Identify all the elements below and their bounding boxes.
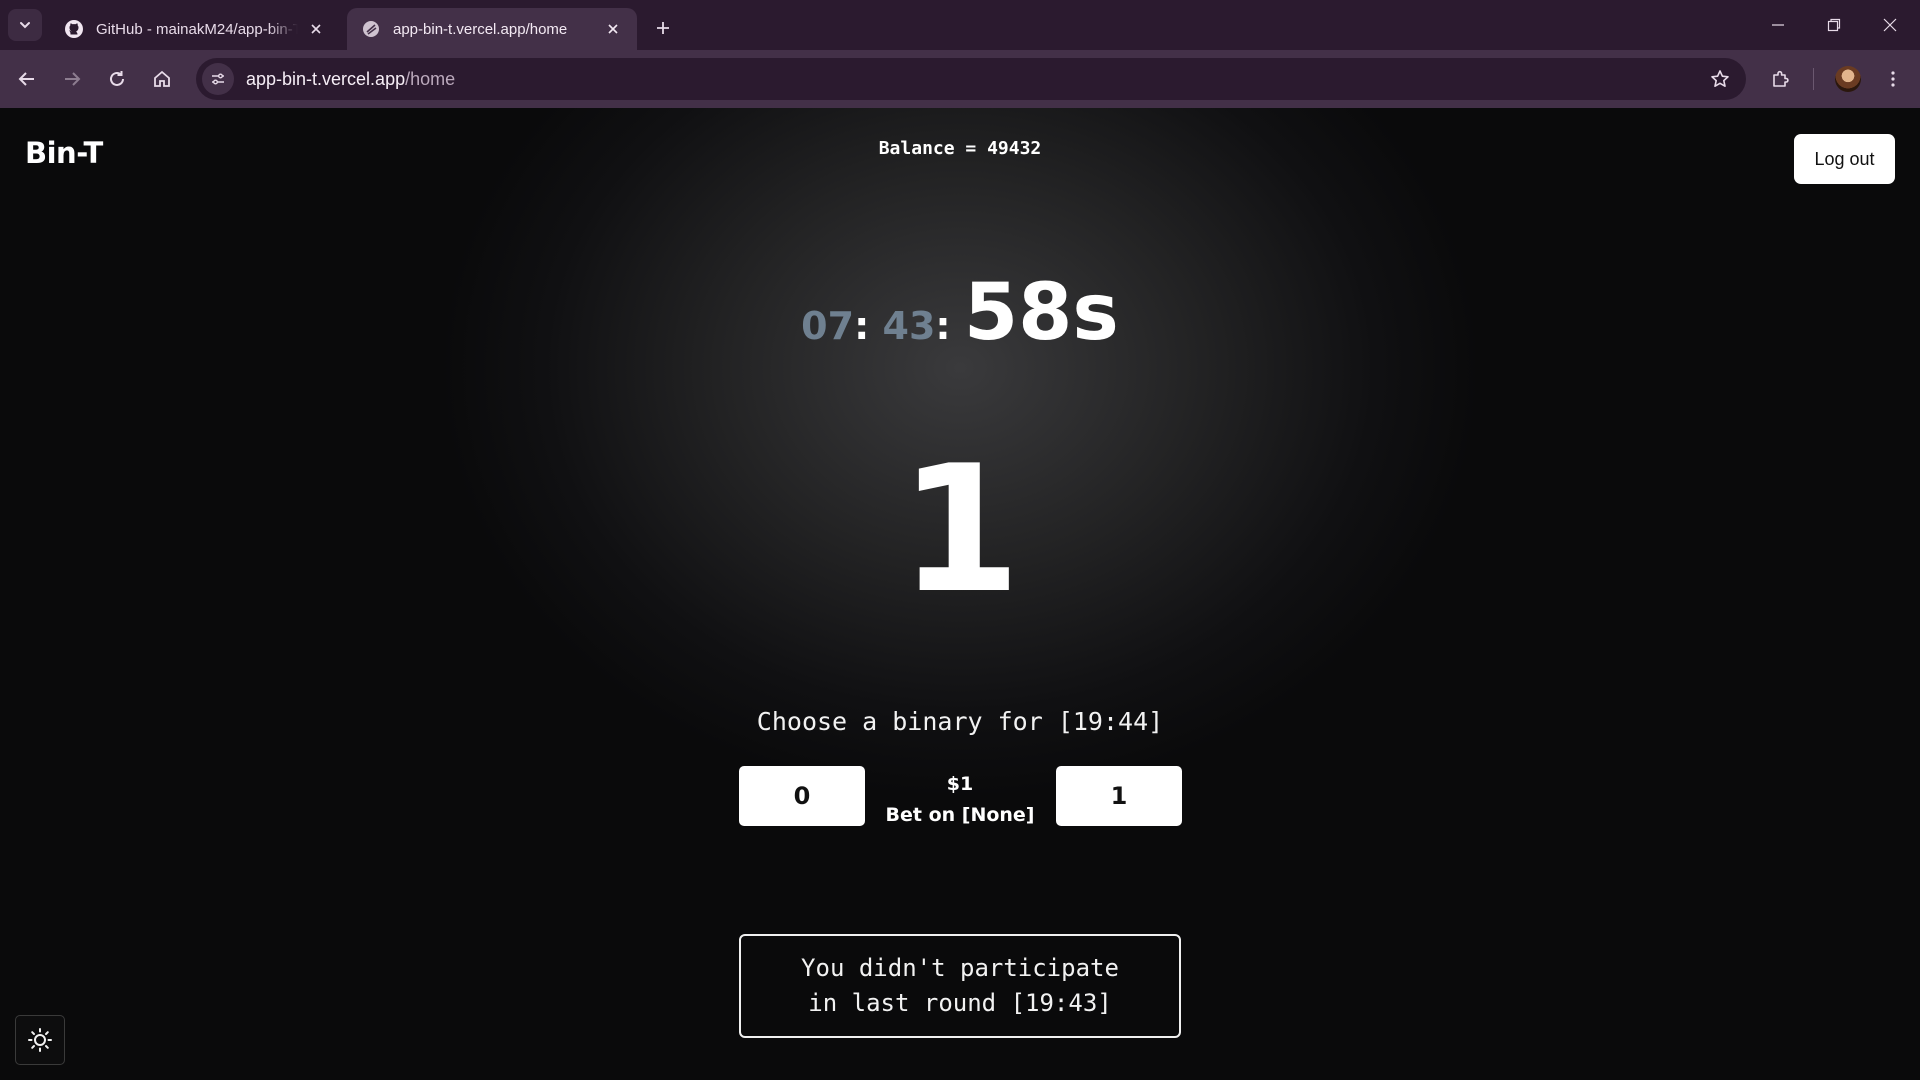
restore-button[interactable] bbox=[1806, 0, 1862, 50]
plus-icon bbox=[657, 22, 669, 34]
tab-github[interactable]: GitHub - mainakM24/app-bin-T bbox=[50, 8, 340, 50]
result-line-1: You didn't participate bbox=[801, 954, 1119, 982]
url-host: app-bin-t.vercel.app bbox=[246, 68, 406, 89]
browser-menu-button[interactable] bbox=[1876, 62, 1910, 96]
back-button[interactable] bbox=[10, 62, 44, 96]
logout-button[interactable]: Log out bbox=[1794, 134, 1895, 184]
bet-one-button[interactable]: 1 bbox=[1056, 766, 1182, 826]
url-path: /home bbox=[405, 68, 456, 89]
restore-icon bbox=[1827, 18, 1841, 32]
balance-display: Balance = 49432 bbox=[878, 138, 1042, 159]
bet-selection: Bet on [None] bbox=[885, 804, 1035, 826]
profile-avatar[interactable] bbox=[1835, 66, 1861, 92]
timer-separator: : bbox=[854, 304, 883, 348]
close-icon[interactable] bbox=[306, 19, 326, 39]
close-icon bbox=[1883, 18, 1897, 32]
close-window-button[interactable] bbox=[1862, 0, 1918, 50]
app-page: Bin-T Balance = 49432 Log out 07: 43: 58… bbox=[0, 108, 1920, 1080]
home-icon bbox=[154, 70, 170, 87]
result-line-2: in last round [19:43] bbox=[808, 989, 1112, 1017]
sun-icon bbox=[28, 1028, 52, 1052]
bet-zero-button[interactable]: 0 bbox=[739, 766, 865, 826]
browser-tab-bar: GitHub - mainakM24/app-bin-T app-bin-t.v… bbox=[0, 0, 1920, 50]
timer-hours: 07 bbox=[801, 304, 855, 348]
bet-prompt: Choose a binary for [19:44] bbox=[756, 707, 1164, 736]
bet-amount: $1 bbox=[946, 773, 974, 795]
close-icon[interactable] bbox=[603, 19, 623, 39]
timer-minutes: 43 bbox=[882, 304, 936, 348]
address-bar[interactable]: app-bin-t.vercel.app/home bbox=[196, 58, 1746, 100]
new-tab-button[interactable] bbox=[648, 13, 678, 43]
extensions-button[interactable] bbox=[1764, 62, 1798, 96]
bookmark-star-icon[interactable] bbox=[1702, 61, 1738, 97]
url-text[interactable]: app-bin-t.vercel.app/home bbox=[246, 69, 1702, 90]
tab-search-button[interactable] bbox=[8, 9, 42, 41]
bet-info: $1 Bet on [None] bbox=[860, 769, 1060, 831]
browser-toolbar: app-bin-t.vercel.app/home bbox=[0, 50, 1920, 108]
reload-icon bbox=[110, 71, 124, 86]
toolbar-divider bbox=[1813, 68, 1814, 90]
tab-title: GitHub - mainakM24/app-bin-T bbox=[96, 20, 298, 38]
last-round-result: You didn't participate in last round [19… bbox=[739, 934, 1181, 1038]
tab-title: app-bin-t.vercel.app/home bbox=[393, 20, 568, 38]
tab-app-bin-t[interactable]: app-bin-t.vercel.app/home bbox=[347, 8, 637, 50]
puzzle-icon bbox=[1773, 70, 1789, 87]
minimize-icon bbox=[1772, 24, 1784, 26]
minimize-button[interactable] bbox=[1750, 0, 1806, 50]
timer-separator: : bbox=[935, 304, 964, 348]
more-vertical-icon bbox=[1891, 71, 1895, 87]
github-icon bbox=[64, 19, 84, 39]
chevron-down-icon bbox=[20, 22, 30, 29]
arrow-left-icon bbox=[18, 72, 34, 86]
reload-button[interactable] bbox=[100, 62, 134, 96]
theme-toggle-button[interactable] bbox=[15, 1015, 65, 1065]
timer-seconds: 58s bbox=[963, 268, 1119, 358]
home-button[interactable] bbox=[145, 62, 179, 96]
site-info-icon[interactable] bbox=[202, 63, 234, 95]
arrow-right-icon bbox=[65, 72, 81, 86]
forward-button[interactable] bbox=[55, 62, 89, 96]
current-binary-digit: 1 bbox=[899, 429, 1021, 632]
countdown-timer: 07: 43: 58s bbox=[0, 268, 1920, 358]
site-favicon-icon bbox=[361, 19, 381, 39]
